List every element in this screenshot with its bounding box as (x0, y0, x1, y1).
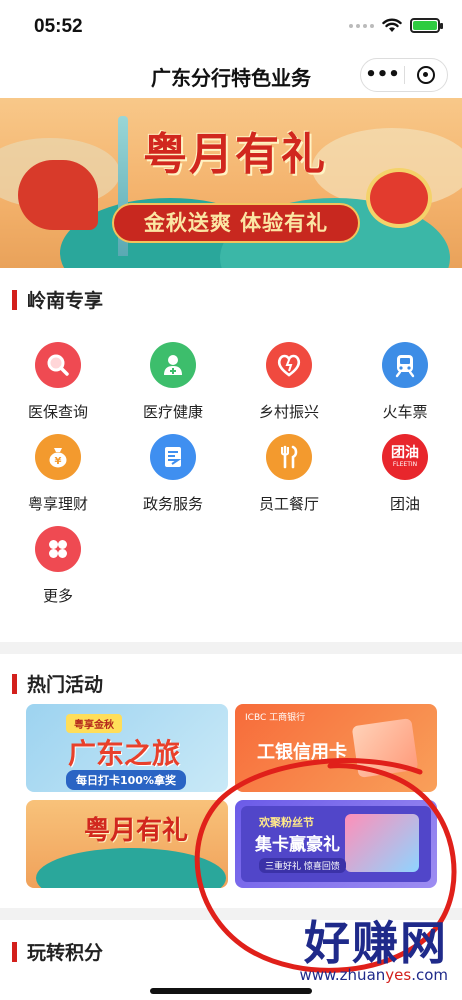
svg-text:¥: ¥ (55, 456, 62, 467)
more-menu-button[interactable]: ••• (361, 60, 404, 90)
lingnan-section: 岭南专享 医保查询 医疗健康 乡村振兴 火车票 ¥ 粤享理财 政务服务 员工餐厅… (0, 268, 462, 642)
section-title: 岭南专享 (27, 290, 104, 312)
tuanyou-badge-text: 团油 (391, 444, 419, 461)
section-accent-bar (12, 289, 17, 310)
grid-item-label: 员工餐厅 (258, 495, 319, 513)
grid-item-healthcare[interactable]: 医疗健康 (118, 342, 228, 422)
grid-item-label: 医疗健康 (142, 403, 203, 421)
banner-title: 粤月有礼 (143, 129, 327, 180)
utensils-icon (266, 434, 312, 480)
grid-item-more[interactable]: 更多 (3, 526, 113, 606)
watermark-logo: 好赚网 (304, 916, 448, 970)
dragon-illustration (18, 160, 98, 230)
doctor-icon (150, 342, 196, 388)
grid-item-train-ticket[interactable]: 火车票 (350, 342, 460, 422)
grid-item-label: 粤享理财 (27, 495, 88, 513)
more-grid-icon (35, 526, 81, 572)
money-bag-icon: ¥ (35, 434, 81, 480)
activity-card-credit-card[interactable]: ICBC 工商银行 工银信用卡 (235, 704, 437, 792)
status-bar: 05:52 (0, 0, 462, 52)
status-icons (349, 18, 443, 33)
lion-dance-illustration (366, 168, 432, 228)
grid-item-label: 政务服务 (142, 495, 203, 513)
banner-subtitle: 金秋送爽 体验有礼 (112, 203, 360, 243)
grid-item-medical-insurance[interactable]: 医保查询 (3, 342, 113, 422)
card-title: 工银信用卡 (257, 742, 347, 763)
section-header: 玩转积分 (12, 938, 103, 965)
promo-banner[interactable]: 粤月有礼 金秋送爽 体验有礼 (0, 98, 462, 268)
tuanyou-badge-sub: FLEETIN (392, 460, 418, 468)
section-title: 玩转积分 (27, 942, 104, 964)
close-miniprogram-button[interactable] (405, 66, 447, 84)
watermark-url-post: .com (411, 966, 448, 984)
grid-item-label: 团油 (389, 495, 420, 513)
status-time: 05:52 (34, 16, 83, 37)
grid-item-wealth[interactable]: ¥ 粤享理财 (3, 434, 113, 514)
grid-item-label: 乡村振兴 (258, 403, 319, 421)
watermark-url: www.zhuanyes.com (299, 966, 448, 984)
miniprogram-capsule: ••• (360, 58, 448, 92)
section-accent-bar (12, 673, 17, 694)
section-header: 热门活动 (12, 670, 103, 697)
activity-card-guangdong-trip[interactable]: 粤享金秋 广东之旅 每日打卡100%拿奖 (26, 704, 228, 792)
signal-icon (349, 23, 374, 28)
section-accent-bar (12, 941, 17, 962)
card-title: 粤月有礼 (84, 816, 189, 846)
grid-item-label: 火车票 (382, 403, 428, 421)
battery-icon (410, 18, 443, 33)
grid-item-government[interactable]: 政务服务 (118, 434, 228, 514)
train-icon (382, 342, 428, 388)
tuanyou-logo-icon: 团油 FLEETIN (382, 434, 428, 480)
card-eyebrow: 欢聚粉丝节 (259, 816, 314, 829)
watermark-url-highlight: yes (385, 966, 412, 984)
wifi-icon (382, 18, 402, 32)
card-tag: 粤享金秋 (66, 714, 122, 733)
heart-icon (266, 342, 312, 388)
government-icon (150, 434, 196, 480)
grid-item-tuanyou[interactable]: 团油 FLEETIN 团油 (350, 434, 460, 514)
target-icon (416, 66, 435, 84)
grid-item-label: 医保查询 (27, 403, 88, 421)
section-header: 岭南专享 (12, 286, 103, 313)
nav-bar: 广东分行特色业务 ••• (0, 52, 462, 98)
grid-item-rural-revitalization[interactable]: 乡村振兴 (234, 342, 344, 422)
card-subtitle: 三重好礼 惊喜回馈 (259, 858, 346, 873)
card-title: 广东之旅 (68, 737, 181, 770)
section-title: 热门活动 (27, 674, 104, 696)
grid-item-label: 更多 (42, 587, 73, 605)
search-icon (35, 342, 81, 388)
card-subtitle: 每日打卡100%拿奖 (66, 770, 186, 790)
credit-card-illustration (351, 718, 419, 778)
home-indicator (150, 988, 312, 994)
hot-activities-section: 热门活动 粤享金秋 广东之旅 每日打卡100%拿奖 ICBC 工商银行 工银信用… (0, 654, 462, 908)
card-hill (36, 848, 226, 888)
icbc-logo: ICBC 工商银行 (245, 713, 306, 723)
activity-card-yue-month[interactable]: 粤月有礼 (26, 800, 228, 888)
activity-card-fan-festival[interactable]: 欢聚粉丝节 集卡赢豪礼 三重好礼 惊喜回馈 (235, 800, 437, 888)
watermark-url-pre: www.zhuan (299, 966, 386, 984)
grid-item-staff-canteen[interactable]: 员工餐厅 (234, 434, 344, 514)
phone-illustration (345, 814, 419, 872)
watermark: 好赚网 www.zhuanyes.com (299, 918, 448, 984)
card-title: 集卡赢豪礼 (255, 835, 340, 855)
